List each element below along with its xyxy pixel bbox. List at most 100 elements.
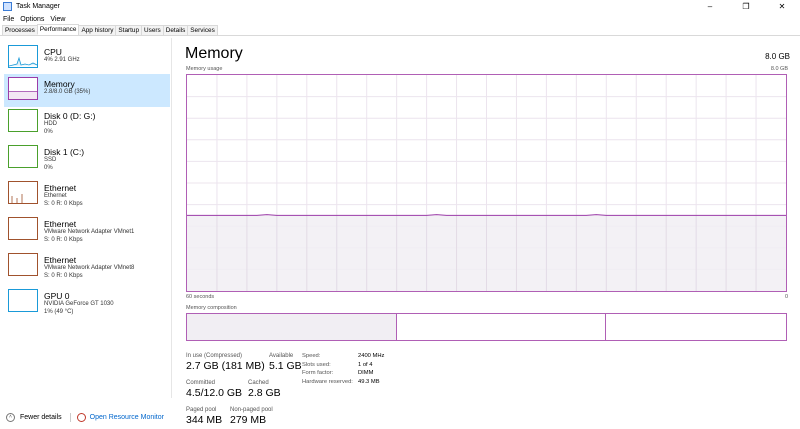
sidebar-item-line2: 0% xyxy=(44,164,53,171)
detail-label: Speed: xyxy=(302,353,321,360)
sidebar-item-memory[interactable]: Memory 2.8/8.0 GB (35%) xyxy=(4,74,170,107)
ethernet-sparkline xyxy=(11,194,23,203)
sidebar-item-title: GPU 0 xyxy=(44,291,70,301)
minimize-button[interactable]: – xyxy=(692,0,728,13)
stat-committed: Committed 4.5/12.0 GB xyxy=(186,380,242,399)
composition-free-segment xyxy=(606,314,786,340)
memory-composition-bar xyxy=(186,313,787,341)
tab-performance[interactable]: Performance xyxy=(36,24,80,35)
footer: ˄ Fewer details Open Resource Monitor xyxy=(0,408,800,426)
memory-usage-graph xyxy=(186,74,787,292)
menu-file[interactable]: File xyxy=(0,16,17,23)
graph-time-end-label: 0 xyxy=(784,294,788,300)
ethernet-vmnet1-thumbnail-graph xyxy=(8,217,38,240)
title-bar: Task Manager – ❐ ✕ xyxy=(0,0,800,13)
sidebar-item-line2: S: 0 R: 0 Kbps xyxy=(44,200,83,207)
sidebar-item-line1: HDD xyxy=(44,121,57,127)
sidebar-item-line1: VMware Network Adapter VMnet1 xyxy=(44,229,135,235)
detail-value: 49.3 MB xyxy=(358,378,380,385)
sidebar-item-line2: 0% xyxy=(44,128,53,135)
window-title: Task Manager xyxy=(16,3,60,10)
stat-committed-value: 4.5/12.0 GB xyxy=(186,387,243,399)
tab-services[interactable]: Services xyxy=(187,25,218,35)
memory-usage-max: 8.0 GB xyxy=(770,66,788,72)
sidebar-item-title: Disk 0 (D: G:) xyxy=(44,111,96,121)
stat-in-use-value: 2.7 GB (181 MB) xyxy=(186,360,265,372)
sidebar-item-gpu-0[interactable]: GPU 0 NVIDIA GeForce GT 1030 1% (49 °C) xyxy=(4,286,170,319)
memory-usage-label: Memory usage xyxy=(186,66,223,72)
sidebar-item-line1: SSD xyxy=(44,157,57,163)
menu-view[interactable]: View xyxy=(47,16,68,23)
memory-total: 8.0 GB xyxy=(765,52,790,61)
menu-options[interactable]: Options xyxy=(17,16,47,23)
close-button[interactable]: ✕ xyxy=(764,0,800,13)
disk-0-thumbnail-graph xyxy=(8,109,38,132)
detail-label: Hardware reserved: xyxy=(302,378,353,385)
sidebar-item-ethernet[interactable]: Ethernet Ethernet S: 0 R: 0 Kbps xyxy=(4,178,170,211)
stat-in-use-label: In use (Compressed) xyxy=(186,353,243,359)
stat-cached-label: Cached xyxy=(248,380,269,386)
sidebar-item-line1: VMware Network Adapter VMnet8 xyxy=(44,265,135,271)
sidebar-item-title: Ethernet xyxy=(44,255,77,265)
sidebar-item-line2: S: 0 R: 0 Kbps xyxy=(44,236,83,243)
memory-sparkline xyxy=(9,91,37,99)
sidebar-item-title: Ethernet xyxy=(44,183,77,193)
sidebar-item-line1: 2.8/8.0 GB (35%) xyxy=(44,89,91,95)
sidebar-item-title: Memory xyxy=(44,79,75,89)
memory-hardware-details: Speed: 2400 MHz Slots used: 1 of 4 Form … xyxy=(302,352,384,386)
detail-value: 1 of 4 xyxy=(358,361,373,368)
stat-cached: Cached 2.8 GB xyxy=(248,380,281,399)
cpu-sparkline xyxy=(9,56,37,67)
footer-divider xyxy=(69,412,71,422)
stat-available-value: 5.1 GB xyxy=(269,360,302,372)
cpu-thumbnail-graph xyxy=(8,45,38,68)
graph-time-start-label: 60 seconds xyxy=(186,294,215,300)
sidebar-item-line2: S: 0 R: 0 Kbps xyxy=(44,272,83,279)
composition-standby-segment xyxy=(396,314,607,340)
sidebar-item-line1: NVIDIA GeForce GT 1030 xyxy=(44,301,114,307)
sidebar-item-ethernet-vmnet1[interactable]: Ethernet VMware Network Adapter VMnet1 S… xyxy=(4,214,170,247)
sidebar-item-title: Ethernet xyxy=(44,219,77,229)
sidebar-item-line1: 4% 2.91 GHz xyxy=(44,57,80,63)
sidebar-item-disk-1[interactable]: Disk 1 (C:) SSD 0% xyxy=(4,142,170,175)
tab-details[interactable]: Details xyxy=(162,25,189,35)
maximize-button[interactable]: ❐ xyxy=(728,0,764,13)
resource-sidebar: CPU 4% 2.91 GHz Memory 2.8/8.0 GB (35%) … xyxy=(0,38,172,398)
detail-speed: Speed: 2400 MHz xyxy=(302,352,384,361)
detail-value: 2400 MHz xyxy=(358,353,385,360)
tab-processes[interactable]: Processes xyxy=(2,25,38,35)
task-manager-icon xyxy=(3,2,12,11)
gpu-thumbnail-graph xyxy=(8,289,38,312)
sidebar-item-line1: Ethernet xyxy=(44,193,67,199)
stat-cached-value: 2.8 GB xyxy=(248,387,281,399)
chevron-up-icon[interactable]: ˄ xyxy=(6,412,15,422)
open-resource-monitor-link[interactable]: Open Resource Monitor xyxy=(90,414,164,421)
tab-startup[interactable]: Startup xyxy=(115,25,143,35)
memory-thumbnail-graph xyxy=(8,77,38,100)
sidebar-item-disk-0[interactable]: Disk 0 (D: G:) HDD 0% xyxy=(4,106,170,139)
memory-panel: Memory 8.0 GB Memory usage 8.0 GB 60 sec… xyxy=(180,38,800,426)
detail-label: Slots used: xyxy=(302,361,331,368)
sidebar-item-cpu[interactable]: CPU 4% 2.91 GHz xyxy=(4,42,170,75)
detail-hardware-reserved: Hardware reserved: 49.3 MB xyxy=(302,378,384,387)
menu-bar: File Options View xyxy=(0,13,800,25)
disk-1-thumbnail-graph xyxy=(8,145,38,168)
stat-committed-label: Committed xyxy=(186,380,216,386)
detail-form-factor: Form factor: DIMM xyxy=(302,369,384,378)
detail-label: Form factor: xyxy=(302,370,334,377)
tab-app-history[interactable]: App history xyxy=(78,25,117,35)
sidebar-item-title: Disk 1 (C:) xyxy=(44,147,85,157)
fewer-details-button[interactable]: Fewer details xyxy=(20,414,62,421)
window-controls: – ❐ ✕ xyxy=(692,0,800,13)
resource-monitor-icon[interactable] xyxy=(76,412,86,422)
memory-usage-svg xyxy=(187,75,786,291)
composition-in-use-segment xyxy=(187,314,397,340)
page-title: Memory xyxy=(185,45,243,62)
sidebar-item-ethernet-vmnet8[interactable]: Ethernet VMware Network Adapter VMnet8 S… xyxy=(4,250,170,283)
detail-value: DIMM xyxy=(358,370,374,377)
ethernet-thumbnail-graph xyxy=(8,181,38,204)
stat-available-label: Available xyxy=(269,353,294,359)
tab-users[interactable]: Users xyxy=(141,25,164,35)
ethernet-vmnet8-thumbnail-graph xyxy=(8,253,38,276)
sidebar-item-title: CPU xyxy=(44,47,62,57)
